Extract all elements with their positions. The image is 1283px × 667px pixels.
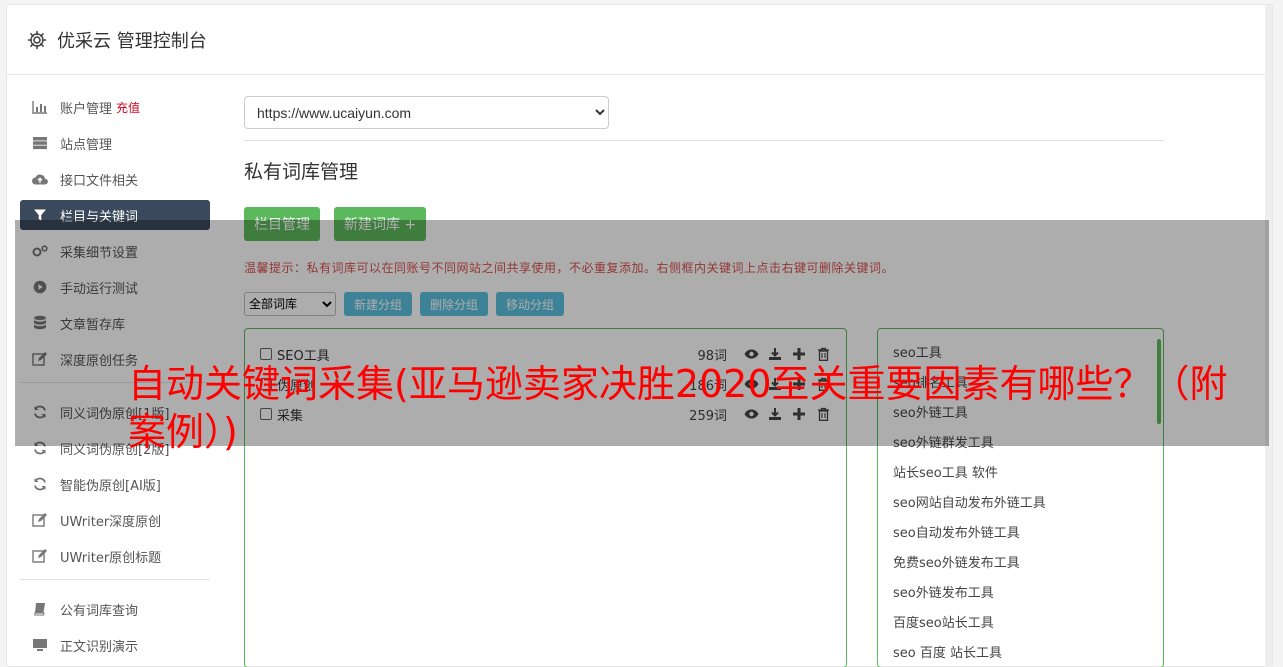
- keyword-item[interactable]: seo 百度 站长工具: [893, 639, 1148, 667]
- sidebar-item-interface-files[interactable]: 接口文件相关: [20, 164, 210, 194]
- keyword-item[interactable]: seo外链发布工具: [893, 579, 1148, 609]
- sidebar-item-uwriter-title[interactable]: UWriter原创标题: [20, 541, 210, 571]
- keyword-item[interactable]: 免费seo外链发布工具: [893, 549, 1148, 579]
- desktop-icon: [31, 637, 49, 653]
- section-divider: [244, 140, 1164, 141]
- sidebar-item-text-recognition[interactable]: 正文识别演示: [20, 630, 210, 660]
- keyword-item[interactable]: 百度seo站长工具: [893, 609, 1148, 639]
- keyword-item[interactable]: seo网站自动发布外链工具: [893, 489, 1148, 519]
- server-icon: [31, 135, 49, 151]
- sidebar-item-ai-rewrite[interactable]: 智能伪原创[AI版]: [20, 469, 210, 499]
- page-header: 优采云 管理控制台: [7, 5, 1272, 75]
- edit-icon: [31, 548, 49, 564]
- sidebar-item-account[interactable]: 账户管理 充值: [20, 92, 210, 122]
- sidebar-item-label: UWriter深度原创: [60, 514, 162, 530]
- sidebar-item-label: 接口文件相关: [60, 173, 139, 189]
- sidebar-item-uwriter-original[interactable]: UWriter深度原创: [20, 505, 210, 535]
- overlay-headline: 自动关键词采集(亚马逊卖家决胜2020至关重要因素有哪些？（附案例）): [128, 362, 1228, 454]
- book-icon: [31, 601, 49, 617]
- bar-chart-icon: [31, 99, 49, 115]
- section-title: 私有词库管理: [244, 161, 359, 183]
- keyword-item[interactable]: 站长seo工具 软件: [893, 459, 1148, 489]
- cloud-upload-icon: [31, 171, 49, 187]
- sidebar-divider: [20, 579, 210, 580]
- gear-icon: [27, 30, 47, 50]
- sidebar-item-public-library[interactable]: 公有词库查询: [20, 594, 210, 624]
- sidebar-item-label: 公有词库查询: [60, 603, 139, 619]
- sidebar-item-label: 智能伪原创[AI版]: [60, 478, 161, 494]
- sidebar-item-label: UWriter原创标题: [60, 550, 162, 566]
- edit-icon: [31, 512, 49, 528]
- sidebar-item-sites[interactable]: 站点管理: [20, 128, 210, 158]
- sidebar-item-label: 站点管理: [60, 137, 113, 153]
- page-title: 优采云 管理控制台: [57, 30, 207, 52]
- sidebar-item-label: 正文识别演示: [60, 639, 139, 655]
- refresh-icon: [31, 476, 49, 492]
- site-select[interactable]: https://www.ucaiyun.com: [244, 96, 609, 129]
- sidebar-item-label: 账户管理: [60, 101, 113, 117]
- recharge-link[interactable]: 充值: [116, 99, 140, 116]
- keyword-item[interactable]: seo自动发布外链工具: [893, 519, 1148, 549]
